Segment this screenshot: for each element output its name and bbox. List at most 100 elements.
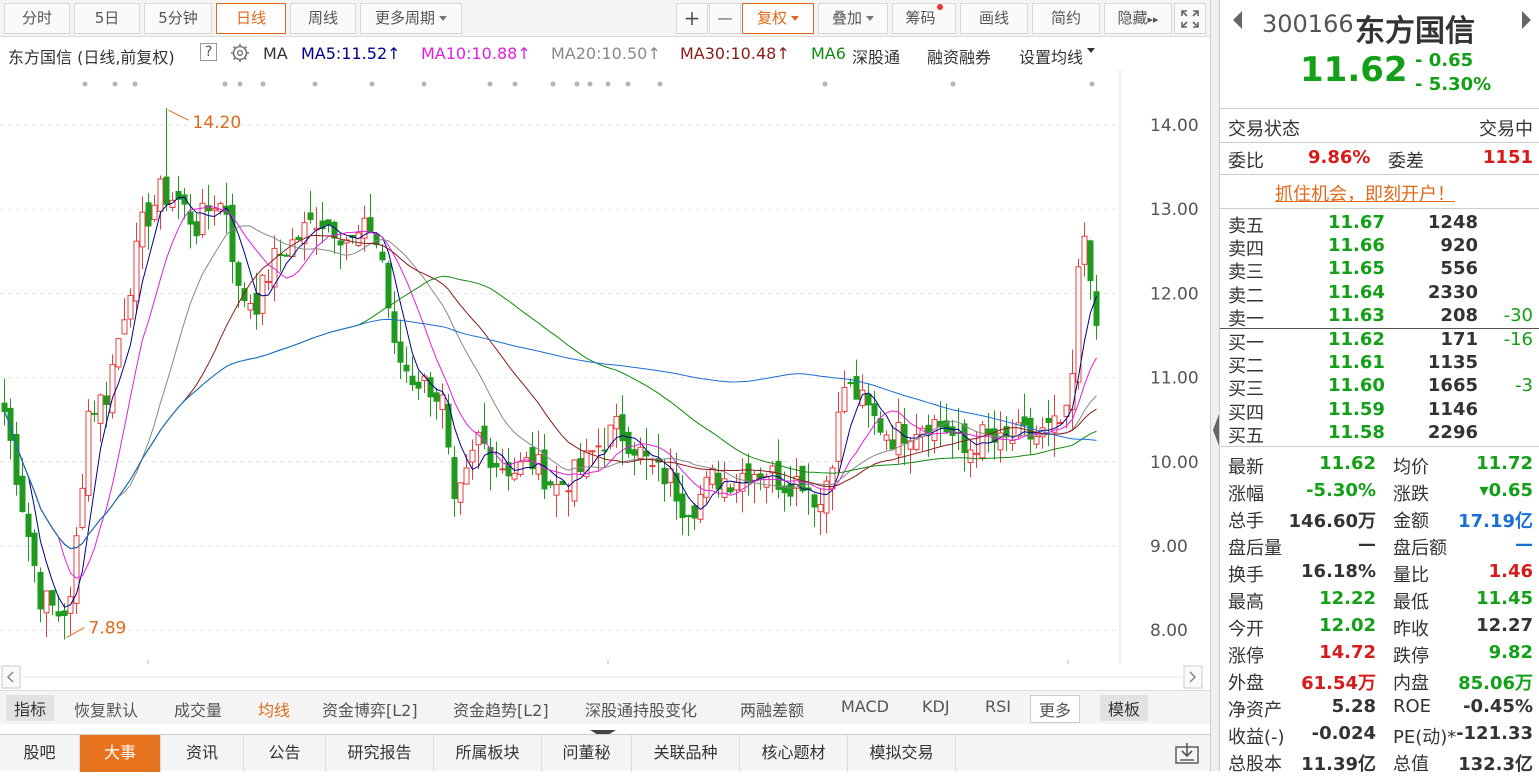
template-button[interactable]: 模板 <box>1100 695 1149 721</box>
tab-research[interactable]: 研究报告 <box>326 735 434 772</box>
fuquan-dropdown[interactable]: 复权 <box>742 3 814 34</box>
high-label: 14.20 <box>193 113 242 133</box>
candle-body <box>403 364 410 372</box>
stat-label: 昨收 <box>1393 619 1429 640</box>
simple-mode-button[interactable]: 简约 <box>1032 3 1100 34</box>
chart-scrollbar[interactable] <box>0 664 1210 690</box>
indicator-tab-zhibiao[interactable]: 指标 <box>6 695 55 721</box>
stat-label: 涨幅 <box>1228 484 1264 505</box>
tab-5day[interactable]: 5日 <box>74 3 140 34</box>
stat-row: 净资产 5.28 ROE -0.45% <box>1228 696 1533 721</box>
candle-body <box>229 204 236 263</box>
candle-body <box>415 381 422 389</box>
indicator-tab-volume[interactable]: 成交量 <box>174 697 222 721</box>
panel-splitter[interactable] <box>1210 0 1220 771</box>
candle-body <box>1045 417 1052 423</box>
indicator-tab-fund-game[interactable]: 资金博弈[L2] <box>322 697 418 721</box>
margin-trading-toggle[interactable]: 融资融券 <box>927 44 991 68</box>
ask-row[interactable]: 卖一 11.63 208 -30 <box>1228 305 1533 330</box>
zoom-in-button[interactable]: + <box>676 3 708 34</box>
candle-body <box>553 484 560 496</box>
candle-body <box>667 468 674 484</box>
stat-label: 跌停 <box>1393 646 1429 667</box>
stat-value: -121.33 <box>1456 723 1533 744</box>
back-arrow-icon[interactable] <box>1230 8 1244 37</box>
candle-body <box>409 375 416 386</box>
ma5-value: MA5:11.52↑ <box>301 44 401 63</box>
indicator-tab-ma[interactable]: 均线 <box>258 697 290 721</box>
stat-row: 换手 16.18% 量比 1.46 <box>1228 561 1533 586</box>
stat-label: 收益(-) <box>1228 727 1285 748</box>
overlay-label: 叠加 <box>831 9 862 27</box>
bid-row[interactable]: 买一 11.62 171 -16 <box>1228 329 1533 354</box>
y-tick-label: 11.00 <box>1150 369 1199 389</box>
overlay-dropdown[interactable]: 叠加 <box>818 3 888 34</box>
fullscreen-icon <box>1181 10 1199 28</box>
gear-icon[interactable] <box>230 43 250 67</box>
hide-button[interactable]: 隐藏▸▸ <box>1104 3 1172 34</box>
indicator-more-button[interactable]: 更多 <box>1030 695 1081 723</box>
tab-events[interactable]: 大事 <box>80 735 161 772</box>
ask-row[interactable]: 卖三 11.65 556 <box>1228 258 1533 283</box>
weicha-label: 委差 <box>1388 151 1424 172</box>
candle-body <box>709 468 716 485</box>
more-periods-dropdown[interactable]: 更多周期 <box>360 3 462 34</box>
tab-weekly[interactable]: 周线 <box>290 3 356 34</box>
ma-label: MA <box>263 44 288 63</box>
indicator-tab-hk-holdings[interactable]: 深股通持股变化 <box>585 697 697 721</box>
candle-body <box>727 487 734 493</box>
tab-news[interactable]: 资讯 <box>161 735 244 772</box>
indicator-tab-rsi[interactable]: RSI <box>985 697 1011 716</box>
tab-fenshi[interactable]: 分时 <box>4 3 70 34</box>
stat-label: 总股本 <box>1228 754 1282 775</box>
candle-body <box>787 483 794 497</box>
tab-related[interactable]: 关联品种 <box>632 735 740 772</box>
candle-body <box>961 423 968 454</box>
open-account-link[interactable]: 抓住机会，即刻开户！ <box>1275 180 1455 206</box>
price-change-pct: - 5.30% <box>1415 74 1492 95</box>
tab-5min[interactable]: 5分钟 <box>144 3 212 34</box>
tab-sim-trade[interactable]: 模拟交易 <box>848 735 956 772</box>
tab-announcements[interactable]: 公告 <box>244 735 326 772</box>
indicator-tab-kdj[interactable]: KDJ <box>922 697 950 716</box>
kline-chart[interactable]: 14.00 13.00 12.00 11.00 10.00 9.00 8.00 14.20 7.… <box>0 70 1210 670</box>
tab-sectors[interactable]: 所属板块 <box>434 735 542 772</box>
stat-value: 132.3亿 <box>1458 754 1533 775</box>
tab-daily[interactable]: 日线 <box>216 3 286 34</box>
tab-guba[interactable]: 股吧 <box>0 735 80 772</box>
tab-core-topics[interactable]: 核心题材 <box>740 735 848 772</box>
indicator-tab-fund-trend[interactable]: 资金趋势[L2] <box>453 697 549 721</box>
zoom-out-button[interactable]: — <box>709 3 741 34</box>
bid-row[interactable]: 买三 11.60 1665 -3 <box>1228 375 1533 400</box>
chips-button[interactable]: 筹码 <box>892 3 956 34</box>
candle-body <box>967 449 974 464</box>
help-button[interactable]: ? <box>200 43 218 61</box>
stat-row: 总股本 11.39亿 总值 132.3亿 <box>1228 750 1533 775</box>
download-icon[interactable] <box>1172 739 1202 767</box>
indicator-tab-reset[interactable]: 恢复默认 <box>74 697 138 721</box>
event-marker-icon <box>512 81 518 87</box>
bid-row[interactable]: 买四 11.59 1146 <box>1228 399 1533 424</box>
forward-arrow-icon[interactable] <box>1520 8 1534 37</box>
level-label: 卖一 <box>1228 308 1264 330</box>
stat-value: 17.19亿 <box>1458 511 1533 532</box>
stat-value: 61.54万 <box>1301 673 1376 694</box>
chips-label: 筹码 <box>905 9 936 27</box>
ma-settings-dropdown[interactable]: 设置均线 <box>1019 44 1096 68</box>
ask-row[interactable]: 卖五 11.67 1248 <box>1228 212 1533 237</box>
ask-row[interactable]: 卖二 11.64 2330 <box>1228 282 1533 307</box>
tab-ask-board[interactable]: 问董秘 <box>542 735 632 772</box>
draw-line-button[interactable]: 画线 <box>960 3 1028 34</box>
bid-row[interactable]: 买五 11.58 2296 <box>1228 422 1533 447</box>
price-change: - 0.65 <box>1415 50 1474 71</box>
ask-row[interactable]: 卖四 11.66 920 <box>1228 235 1533 260</box>
collapse-handle-icon[interactable] <box>588 724 618 738</box>
low-marker <box>66 627 85 638</box>
fullscreen-button[interactable] <box>1174 3 1206 34</box>
stat-value: -5.30% <box>1306 480 1376 501</box>
candle-body <box>247 302 254 311</box>
bid-row[interactable]: 买二 11.61 1135 <box>1228 352 1533 377</box>
shenggutong-toggle[interactable]: 深股通 <box>852 44 900 68</box>
indicator-tab-margin-diff[interactable]: 两融差额 <box>740 697 804 721</box>
indicator-tab-macd[interactable]: MACD <box>841 697 889 716</box>
